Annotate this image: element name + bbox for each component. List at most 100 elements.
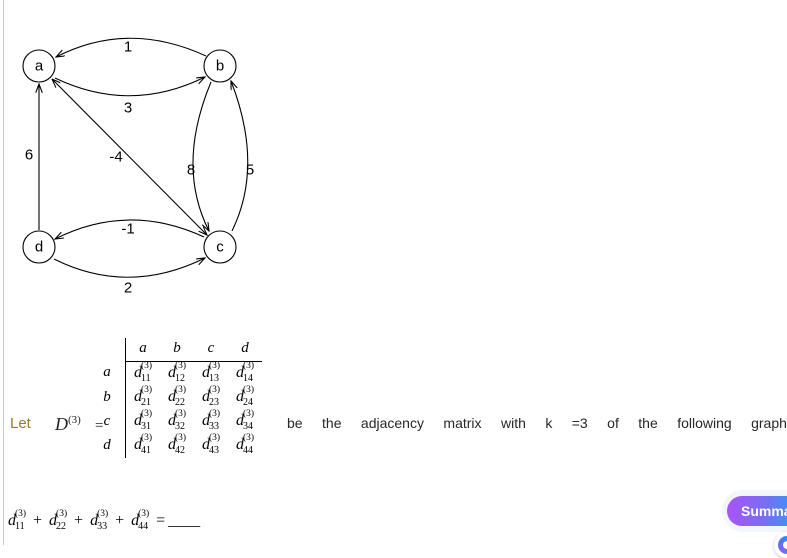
entry-32-sup: (3)	[175, 409, 187, 419]
entry-21-sub: 21	[141, 397, 151, 408]
entry-41: d(3)4100	[134, 433, 153, 456]
entry-13-sub: 13	[209, 373, 219, 384]
edge-weight-d-a: 6	[25, 147, 33, 164]
entry-43-sup: (3)	[209, 433, 221, 443]
entry-22-sub: 22	[175, 397, 185, 408]
trace-plus-3: +	[115, 512, 125, 529]
entry-24-sup: (3)	[243, 385, 255, 395]
matrix-cell-23: d(3)2300	[194, 385, 228, 410]
entry-14: d(3)1400	[236, 361, 255, 384]
matrix-col-header-d: d	[228, 338, 262, 362]
summarize-button[interactable]: Summarize	[727, 496, 787, 526]
edge-weight-b-a: 1	[124, 39, 132, 56]
entry-43: d(3)4300	[202, 433, 221, 456]
entry-44-sup: (3)	[243, 433, 255, 443]
matrix-column-header-row: a b c d	[90, 338, 262, 362]
edge-weight-a-c: -4	[109, 149, 122, 166]
graph-node-c-label: c	[216, 239, 224, 256]
matrix-row: a d(3)1100 d(3)1200 d(3)1300 d(3)1400	[90, 361, 262, 387]
entry-13: d(3)1300	[202, 361, 221, 384]
trace-answer-blank[interactable]: ____	[168, 512, 200, 529]
entry-33: d(3)3300	[202, 409, 221, 432]
entry-42-sub: 42	[175, 445, 185, 456]
entry-11-sup: (3)	[141, 361, 153, 371]
prose-word-adjacency: adjacency	[360, 415, 424, 431]
entry-22-sup: (3)	[175, 385, 187, 395]
edge-b-to-c	[192, 81, 212, 231]
matrix-cell-22: d(3)2200	[160, 385, 194, 410]
adjacency-matrix-table: a b c d a d(3)1100 d(3)1200 d(3)1300 d(3…	[90, 338, 262, 458]
prose-word-the-1: the	[322, 415, 342, 431]
trace-term-33-sup: (3)	[97, 509, 109, 519]
edge-weight-b-c: 8	[187, 162, 195, 179]
matrix-col-header-c: c	[194, 338, 228, 362]
entry-34-sup: (3)	[243, 409, 255, 419]
assistant-avatar-icon[interactable]	[774, 532, 787, 558]
edge-a-to-b	[54, 77, 205, 97]
entry-23-sup: (3)	[209, 385, 221, 395]
trace-term-22: d(3)2200	[49, 509, 68, 532]
matrix-cell-43: d(3)4300	[194, 433, 228, 458]
edge-weight-c-d: -1	[121, 221, 134, 238]
matrix-cell-24: d(3)2400	[228, 385, 262, 410]
matrix-symbol: D(3)	[55, 414, 81, 435]
trace-term-44-sub: 44	[138, 521, 149, 532]
matrix-cell-12: d(3)1200	[160, 361, 194, 387]
trace-term-33: d(3)3300	[90, 509, 109, 532]
entry-43-sub: 43	[209, 445, 219, 456]
entry-41-sup: (3)	[141, 433, 153, 443]
edge-c-to-b	[231, 81, 249, 232]
graph-node-a-label: a	[35, 58, 44, 75]
trace-plus-2: +	[74, 512, 84, 529]
matrix-row-header-c: c	[90, 410, 126, 434]
summarize-widget[interactable]: Summarize	[722, 490, 787, 558]
entry-32: d(3)3200	[168, 409, 187, 432]
entry-31-sup: (3)	[141, 409, 153, 419]
graph-node-b-label: b	[216, 58, 224, 75]
prose-word-of: of	[607, 415, 619, 431]
entry-31-sub: 31	[141, 421, 151, 432]
entry-33-sup: (3)	[209, 409, 221, 419]
matrix-cell-42: d(3)4200	[160, 433, 194, 458]
graph-svg: a b c d 1 3 6 -4 8 5 -1 2	[22, 37, 254, 297]
entry-21-sup: (3)	[141, 385, 153, 395]
edge-weight-a-b: 3	[124, 100, 132, 117]
entry-14-sup: (3)	[243, 361, 255, 371]
matrix-cell-21: d(3)2100	[126, 385, 161, 410]
matrix-expression: D(3) = a b c d a d(3)1100 d(3)1200 d(3)1…	[55, 338, 285, 508]
edge-weight-d-c: 2	[124, 280, 132, 297]
prose-word-following: following	[677, 415, 732, 431]
trace-sum-expression: d(3)1100 + d(3)2200 + d(3)3300 + d(3)440…	[8, 509, 200, 532]
matrix-cell-31: d(3)3100	[126, 409, 161, 434]
prose-word-be: be	[287, 415, 303, 431]
entry-13-sup: (3)	[209, 361, 221, 371]
prose-word-matrix: matrix	[443, 415, 482, 431]
trace-term-22-sup: (3)	[56, 509, 68, 519]
prose-word-equals-3: =3	[571, 415, 588, 431]
matrix-corner-cell	[90, 338, 126, 362]
entry-22: d(3)2200	[168, 385, 187, 408]
entry-44: d(3)4400	[236, 433, 255, 456]
matrix-cell-32: d(3)3200	[160, 409, 194, 434]
entry-24: d(3)2400	[236, 385, 255, 408]
trace-term-11-sup: (3)	[15, 509, 27, 519]
entry-41-sub: 41	[141, 445, 151, 456]
trace-term-11-sub: 11	[15, 521, 25, 532]
trace-term-11: d(3)1100	[8, 509, 27, 532]
prose-word-with: with	[500, 415, 526, 431]
entry-12-sub: 12	[175, 373, 185, 384]
trace-term-22-sub: 22	[56, 521, 67, 532]
matrix-row: b d(3)2100 d(3)2200 d(3)2300 d(3)2400	[90, 385, 262, 410]
question-prose: be the adjacency matrix with k =3 of the…	[287, 415, 787, 431]
trace-term-44-sup: (3)	[138, 509, 150, 519]
entry-24-sub: 24	[243, 397, 253, 408]
left-edge-rule	[3, 0, 4, 545]
entry-12-sup: (3)	[175, 361, 187, 371]
entry-23: d(3)2300	[202, 385, 221, 408]
matrix-cell-33: d(3)3300	[194, 409, 228, 434]
graph-node-d-label: d	[35, 239, 43, 256]
matrix-col-header-a: a	[125, 338, 160, 362]
matrix-cell-44: d(3)4400	[228, 433, 262, 458]
avatar-center	[783, 541, 787, 549]
matrix-symbol-base: D	[55, 414, 68, 434]
